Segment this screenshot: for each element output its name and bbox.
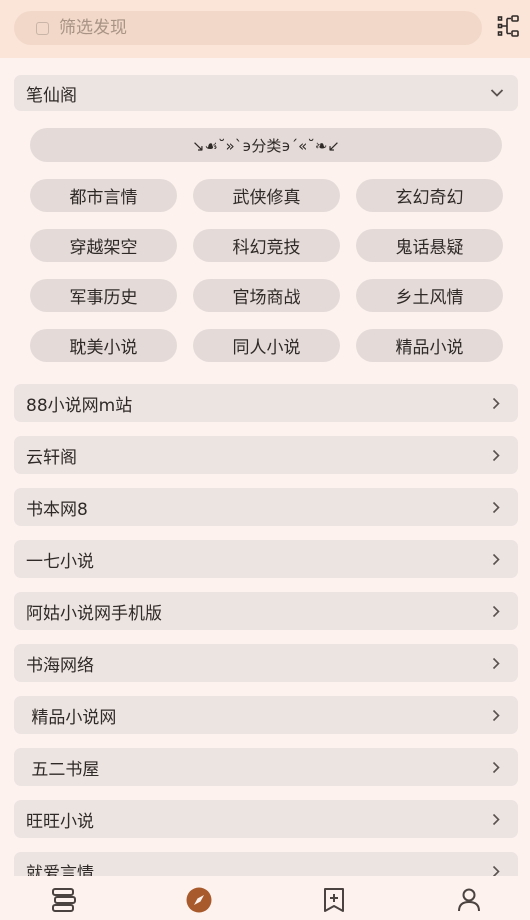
source-row[interactable]: 阿姑小说网手机版 bbox=[14, 592, 518, 630]
category-tag[interactable]: 同人小说 bbox=[193, 329, 340, 362]
bookshelf-icon[interactable] bbox=[50, 886, 78, 914]
chevron-right-icon bbox=[492, 553, 500, 565]
source-group-header[interactable]: 笔仙阁 bbox=[14, 75, 518, 111]
chevron-down-icon bbox=[490, 89, 504, 97]
source-row[interactable]: 五二书屋 bbox=[14, 748, 518, 786]
bottom-nav bbox=[0, 876, 530, 920]
category-tag[interactable]: 都市言情 bbox=[30, 179, 177, 212]
source-row[interactable]: 88小说网m站 bbox=[14, 384, 518, 422]
source-row[interactable]: 精品小说网 bbox=[14, 696, 518, 734]
category-tag[interactable]: 玄幻奇幻 bbox=[356, 179, 503, 212]
category-tag[interactable]: 军事历史 bbox=[30, 279, 177, 312]
explore-icon[interactable] bbox=[185, 886, 213, 914]
rss-bookmark-icon[interactable] bbox=[320, 886, 348, 914]
chevron-right-icon bbox=[492, 813, 500, 825]
category-tag[interactable]: 鬼话悬疑 bbox=[356, 229, 503, 262]
search-bar[interactable] bbox=[14, 11, 482, 45]
source-label: 精品小说网 bbox=[26, 707, 117, 728]
category-tag[interactable]: 穿越架空 bbox=[30, 229, 177, 262]
chevron-right-icon bbox=[492, 761, 500, 773]
source-label: 旺旺小说 bbox=[26, 811, 94, 832]
chevron-right-icon bbox=[492, 709, 500, 721]
source-row[interactable]: 一七小说 bbox=[14, 540, 518, 578]
search-icon bbox=[36, 21, 49, 35]
top-bar bbox=[0, 0, 530, 58]
chevron-right-icon bbox=[492, 397, 500, 409]
profile-icon[interactable] bbox=[455, 886, 483, 914]
source-label: 书海网络 bbox=[26, 655, 94, 676]
source-label: 阿姑小说网手机版 bbox=[26, 603, 162, 624]
category-tag[interactable]: 官场商战 bbox=[193, 279, 340, 312]
group-title: 笔仙阁 bbox=[26, 85, 77, 106]
chevron-right-icon bbox=[492, 501, 500, 513]
category-banner[interactable]: ↘☙˘»`϶分类϶´«˘❧↙ bbox=[30, 128, 502, 162]
chevron-right-icon bbox=[492, 449, 500, 461]
source-row[interactable]: 云轩阁 bbox=[14, 436, 518, 474]
chevron-right-icon bbox=[492, 605, 500, 617]
category-tag[interactable]: 耽美小说 bbox=[30, 329, 177, 362]
source-row[interactable]: 旺旺小说 bbox=[14, 800, 518, 838]
source-label: 书本网8 bbox=[26, 499, 88, 520]
source-row[interactable]: 书本网8 bbox=[14, 488, 518, 526]
chevron-right-icon bbox=[492, 657, 500, 669]
search-input[interactable] bbox=[59, 18, 439, 38]
category-tag[interactable]: 科幻竞技 bbox=[193, 229, 340, 262]
category-tag[interactable]: 精品小说 bbox=[356, 329, 503, 362]
share-nodes-icon[interactable] bbox=[497, 14, 521, 38]
category-tag[interactable]: 乡土风情 bbox=[356, 279, 503, 312]
source-label: 一七小说 bbox=[26, 551, 94, 572]
source-label: 88小说网m站 bbox=[26, 395, 133, 416]
source-row[interactable]: 书海网络 bbox=[14, 644, 518, 682]
source-label: 云轩阁 bbox=[26, 447, 77, 468]
category-tag[interactable]: 武侠修真 bbox=[193, 179, 340, 212]
source-label: 五二书屋 bbox=[26, 759, 100, 780]
